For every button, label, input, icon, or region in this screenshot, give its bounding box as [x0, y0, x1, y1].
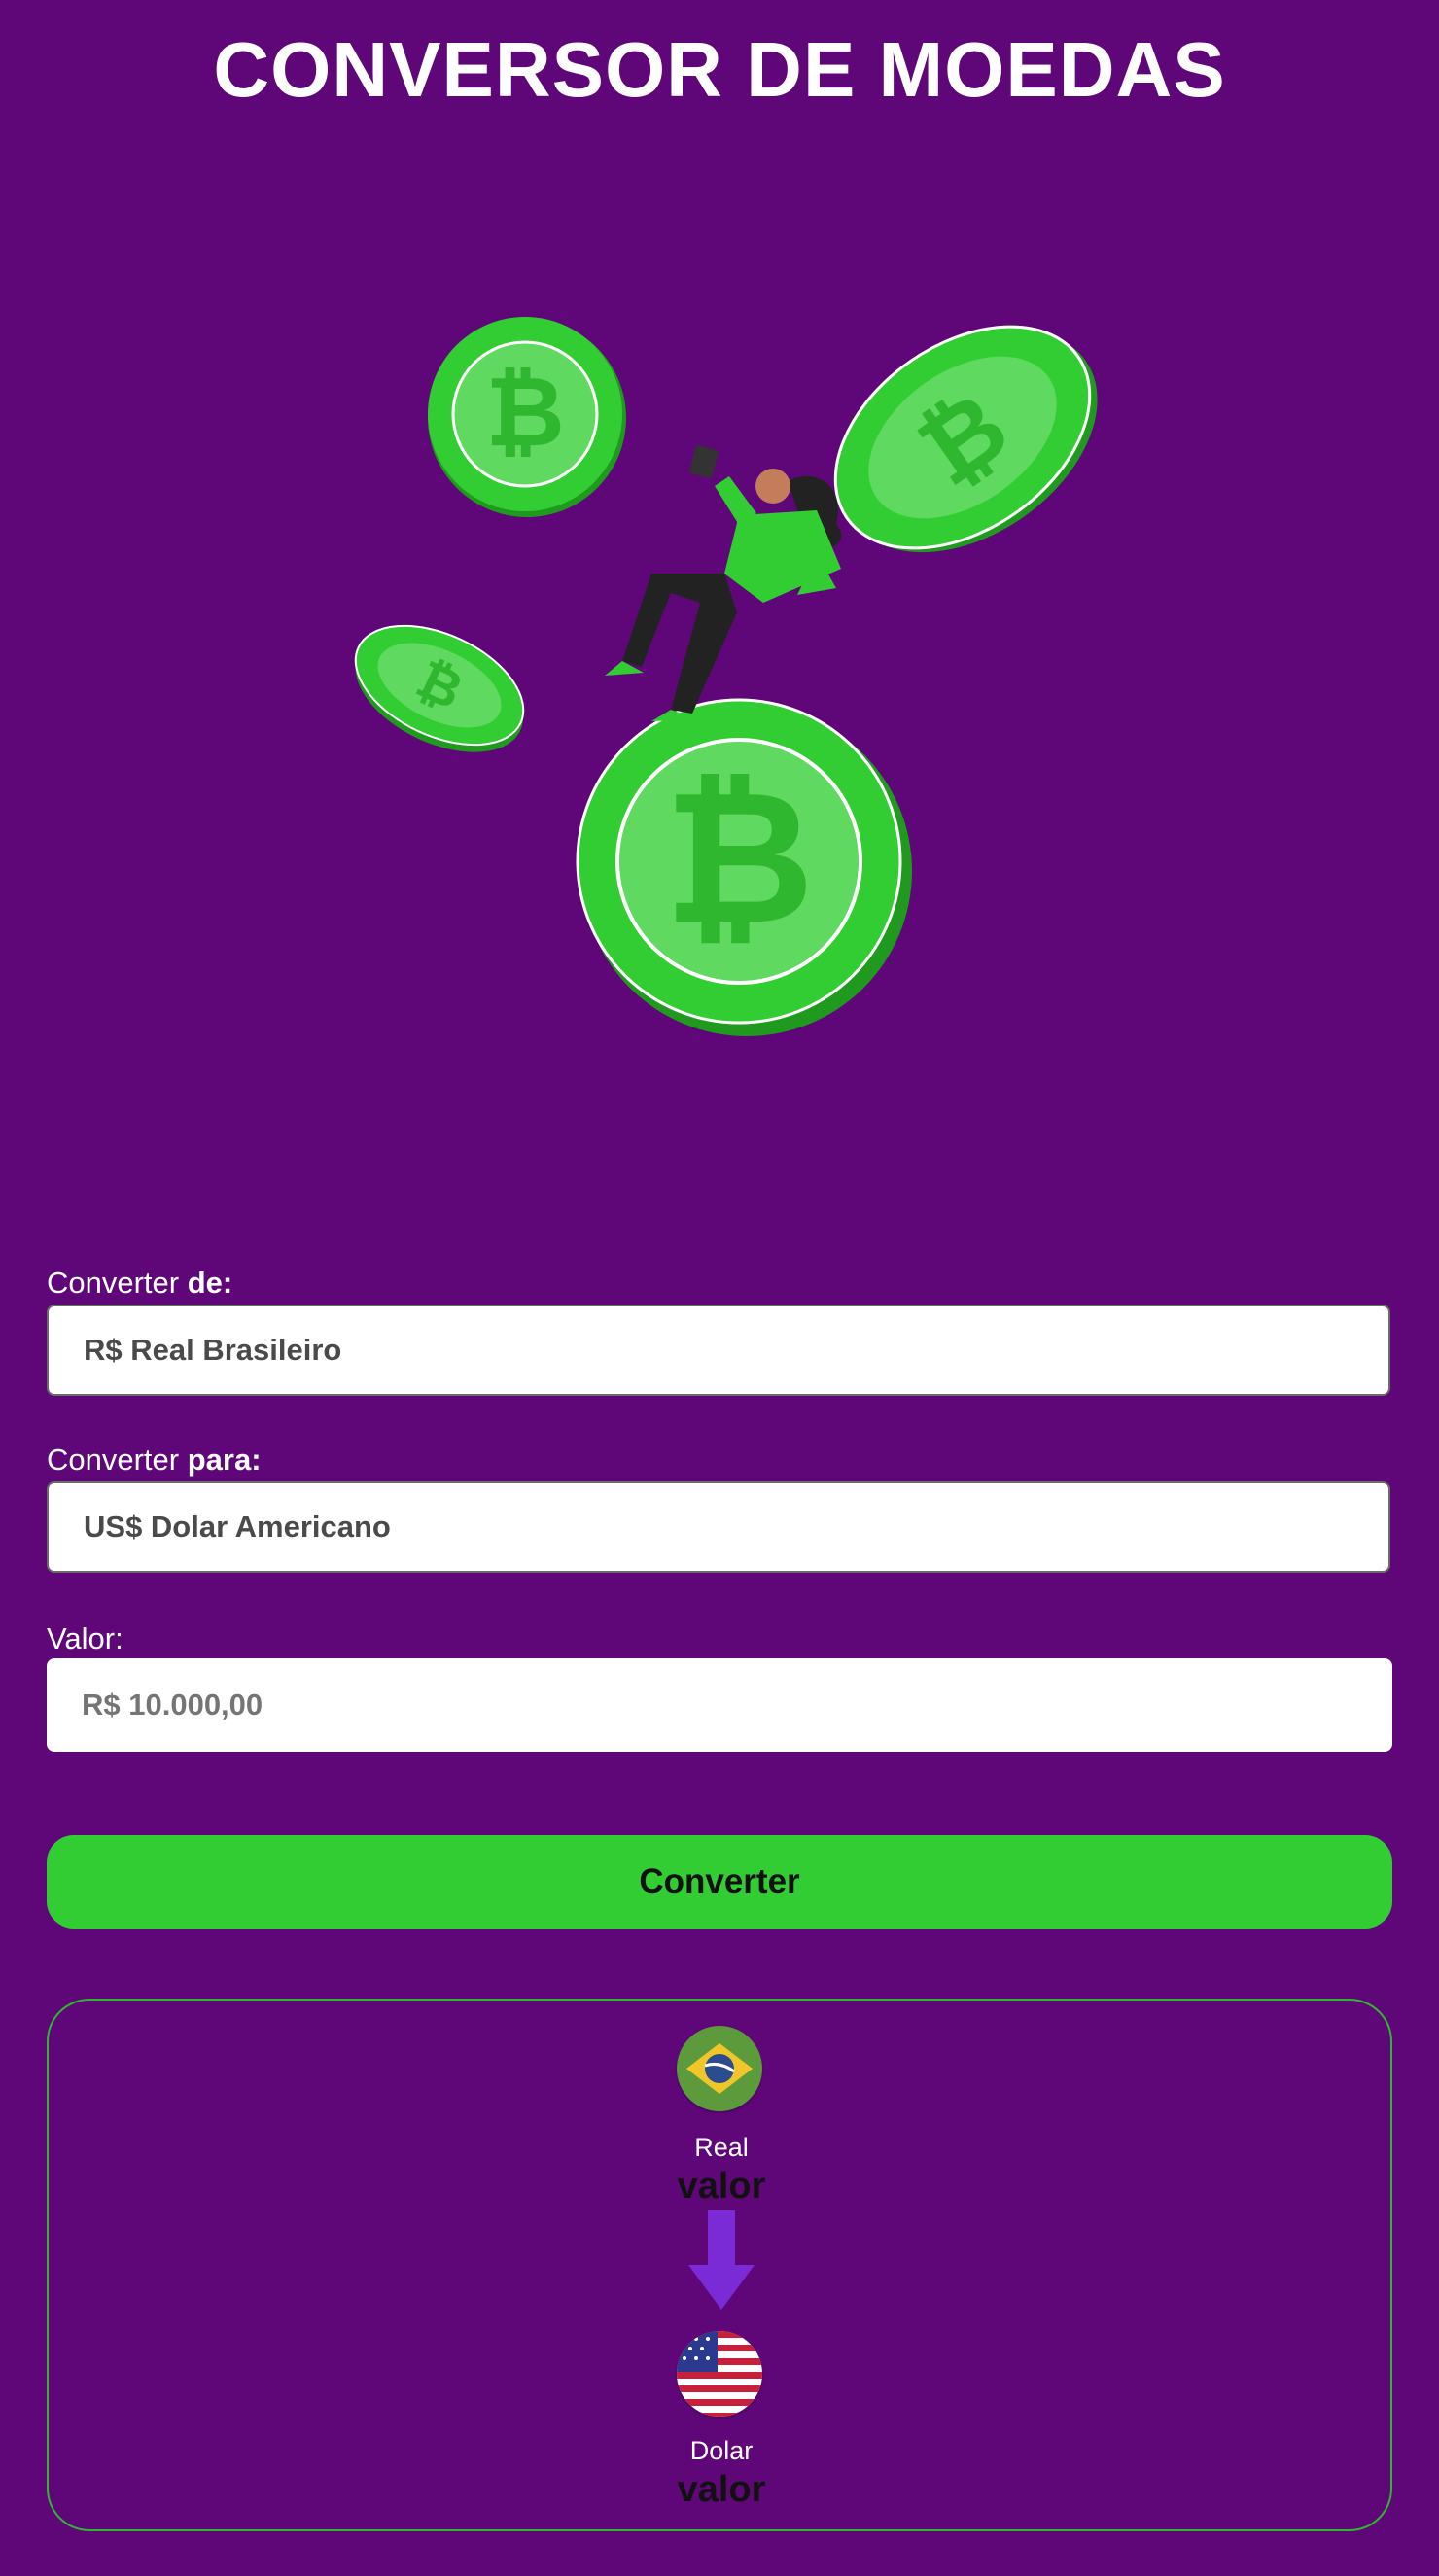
brazil-flag-icon — [676, 2026, 763, 2113]
from-currency-amount: valor — [677, 2166, 766, 2207]
to-label-bold: para: — [187, 1443, 262, 1477]
to-label-prefix: Converter — [47, 1443, 180, 1477]
from-currency-value: R$ Real Brasileiro — [84, 1333, 342, 1367]
to-currency-amount: valor — [677, 2469, 766, 2510]
to-currency-name: Dolar — [689, 2436, 754, 2465]
coin-right: ₿ — [833, 325, 1098, 553]
usa-flag-icon — [676, 2331, 763, 2419]
page-title: CONVERSOR DE MOEDAS — [213, 26, 1226, 113]
from-currency-label: Converter de: — [47, 1266, 232, 1301]
value-input[interactable] — [47, 1658, 1392, 1752]
to-currency-label: Converter para: — [47, 1443, 262, 1478]
from-currency-name: Real — [694, 2133, 749, 2162]
coin-top-left: ₿ — [428, 317, 626, 517]
coin-bottom-big: ₿ — [576, 698, 912, 1036]
from-label-prefix: Converter — [47, 1266, 180, 1300]
svg-text:₿: ₿ — [664, 755, 815, 961]
arrow-down-icon — [688, 2210, 755, 2310]
svg-text:₿: ₿ — [485, 358, 565, 467]
from-label-bold: de: — [187, 1266, 233, 1300]
woman-figure — [605, 445, 842, 721]
bitcoin-illustration: ₿ ₿ ₿ ₿ — [354, 317, 1098, 1036]
coin-left-small: ₿ — [354, 624, 525, 752]
value-label: Valor: — [47, 1621, 123, 1655]
to-currency-select[interactable]: US$ Dolar Americano — [47, 1481, 1390, 1573]
to-currency-value: US$ Dolar Americano — [84, 1510, 391, 1544]
convert-button[interactable]: Converter — [47, 1835, 1392, 1929]
from-currency-select[interactable]: R$ Real Brasileiro — [47, 1305, 1390, 1396]
result-panel: Real valor Dolar valor — [47, 1999, 1392, 2531]
